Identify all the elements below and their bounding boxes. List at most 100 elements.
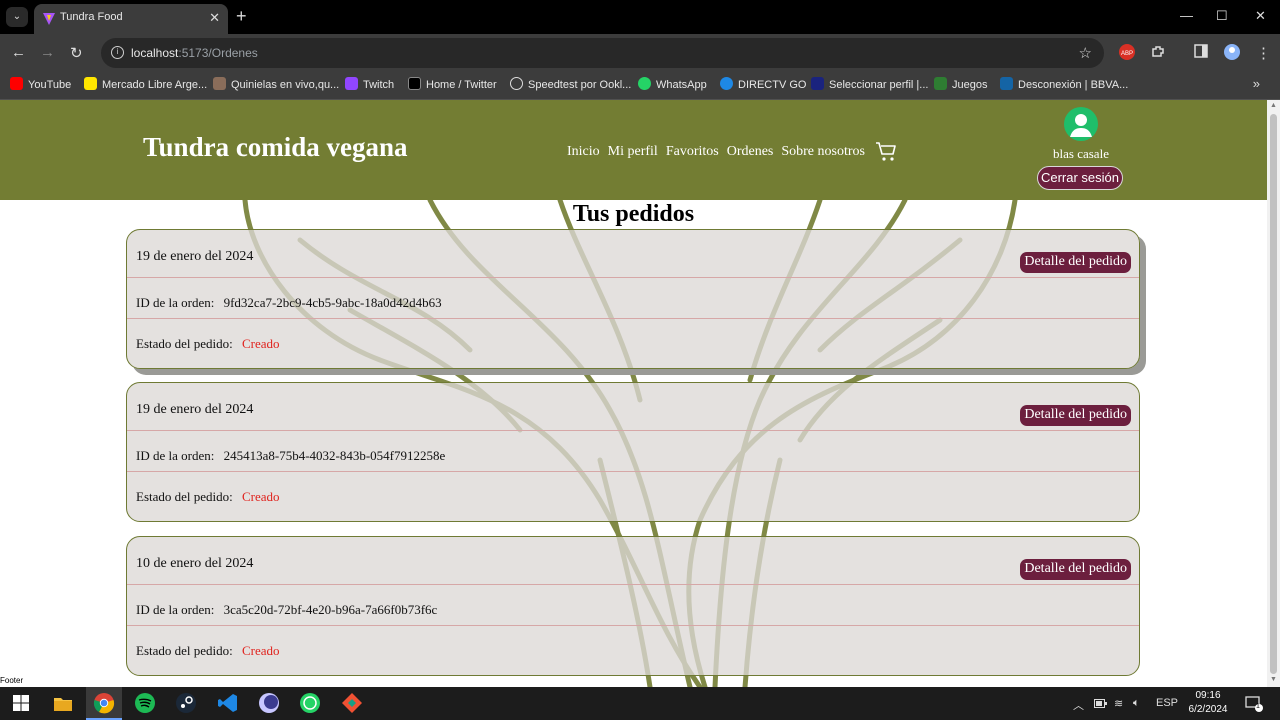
divider: [127, 625, 1139, 626]
order-header-row: 19 de enero del 2024 Detalle del pedido: [127, 236, 1139, 277]
spotify-icon[interactable]: [134, 692, 156, 714]
whatsapp-icon[interactable]: [299, 692, 321, 714]
bookmark-youtube[interactable]: YouTube: [10, 77, 71, 91]
side-panel-icon[interactable]: [1194, 44, 1208, 58]
profile-avatar-icon[interactable]: [1224, 44, 1240, 60]
bbva-icon: [1000, 77, 1013, 90]
page-title: Tus pedidos: [572, 201, 695, 227]
bookmark-bbva[interactable]: Desconexión | BBVA...: [1000, 77, 1128, 91]
page-scrollbar[interactable]: ▲ ▼: [1267, 100, 1280, 687]
scroll-thumb[interactable]: [1270, 114, 1277, 674]
order-date: 19 de enero del 2024: [136, 402, 254, 417]
address-bar[interactable]: i localhost:5173/Ordenes ☆: [101, 38, 1104, 68]
show-hidden-icons[interactable]: ︿: [1073, 697, 1084, 713]
order-id-label: ID de la orden:: [136, 602, 215, 617]
shopping-cart-icon[interactable]: [875, 141, 897, 163]
browser-tab-active[interactable]: Tundra Food ✕: [34, 4, 228, 34]
nav-sobre-nosotros[interactable]: Sobre nosotros: [781, 144, 865, 160]
scroll-up-icon[interactable]: ▲: [1270, 102, 1277, 109]
site-info-icon[interactable]: i: [111, 46, 124, 59]
order-date: 19 de enero del 2024: [136, 249, 254, 264]
bookmark-quinielas[interactable]: Quinielas en vivo,qu...: [213, 77, 339, 91]
more-bookmarks-icon[interactable]: »: [1253, 76, 1260, 91]
bookmark-label: Twitch: [363, 79, 395, 91]
nav-mi-perfil[interactable]: Mi perfil: [608, 144, 658, 160]
site-brand[interactable]: Tundra comida vegana: [143, 132, 408, 163]
order-detail-button[interactable]: Detalle del pedido: [1020, 252, 1131, 273]
windows-start-icon[interactable]: [10, 692, 32, 714]
scroll-down-icon[interactable]: ▼: [1270, 676, 1277, 683]
vite-favicon-icon: [43, 13, 55, 25]
vscode-icon[interactable]: [217, 692, 239, 714]
bookmark-seleccionar-perfil[interactable]: Seleccionar perfil |...: [811, 77, 928, 91]
reload-icon[interactable]: ↻: [70, 44, 83, 62]
new-tab-icon[interactable]: +: [236, 7, 247, 25]
order-card: 19 de enero del 2024 Detalle del pedido …: [126, 229, 1140, 369]
browser-toolbar: ← → ↻ i localhost:5173/Ordenes ☆ ABP ⋮: [0, 34, 1280, 72]
twitch-icon: [345, 77, 358, 90]
notification-count: 1: [1256, 703, 1260, 710]
file-explorer-icon[interactable]: [52, 692, 74, 714]
order-status-label: Estado del pedido:: [136, 336, 233, 351]
order-status-label: Estado del pedido:: [136, 643, 233, 658]
bookmark-star-icon[interactable]: ☆: [1079, 44, 1092, 62]
bookmark-label: DIRECTV GO: [738, 79, 807, 91]
bookmark-whatsapp[interactable]: WhatsApp: [638, 77, 707, 91]
nav-ordenes[interactable]: Ordenes: [727, 144, 774, 160]
bookmark-label: Speedtest por Ookl...: [528, 79, 632, 91]
maximize-icon[interactable]: ☐: [1216, 8, 1228, 24]
mercadolibre-icon: [84, 77, 97, 90]
tab-search-button[interactable]: ⌄: [6, 7, 28, 27]
user-avatar-icon[interactable]: [1064, 107, 1098, 141]
system-clock[interactable]: 09:16 6/2/2024: [1184, 689, 1232, 717]
bookmark-twitch[interactable]: Twitch: [345, 77, 394, 91]
forward-icon[interactable]: →: [40, 44, 55, 61]
order-status-row: Estado del pedido: Creado: [127, 323, 1139, 364]
bookmark-label: YouTube: [28, 79, 72, 91]
order-status-label: Estado del pedido:: [136, 489, 233, 504]
order-status-row: Estado del pedido: Creado: [127, 630, 1139, 671]
chrome-icon[interactable]: [93, 692, 115, 714]
order-id-row: ID de la orden: 9fd32ca7-2bc9-4cb5-9abc-…: [127, 282, 1139, 323]
order-id-value: 9fd32ca7-2bc9-4cb5-9abc-18a0d42d4b63: [223, 295, 442, 310]
clock-date: 6/2/2024: [1188, 704, 1228, 715]
order-status-row: Estado del pedido: Creado: [127, 476, 1139, 517]
minimize-icon[interactable]: —: [1180, 8, 1193, 23]
bookmark-juegos[interactable]: Juegos: [934, 77, 987, 91]
browser-menu-icon[interactable]: ⋮: [1256, 44, 1271, 62]
bookmark-directv[interactable]: DIRECTV GO: [720, 77, 806, 91]
close-window-icon[interactable]: ✕: [1255, 8, 1266, 24]
wifi-icon[interactable]: ≋: [1114, 697, 1123, 710]
language-indicator[interactable]: ESP: [1156, 697, 1178, 709]
order-header-row: 19 de enero del 2024 Detalle del pedido: [127, 389, 1139, 430]
order-header-row: 10 de enero del 2024 Detalle del pedido: [127, 543, 1139, 584]
steam-icon[interactable]: [175, 692, 197, 714]
order-status-value: Creado: [242, 489, 280, 504]
adblock-extension-icon[interactable]: ABP: [1119, 44, 1135, 60]
back-icon[interactable]: ←: [11, 44, 26, 61]
order-detail-button[interactable]: Detalle del pedido: [1020, 405, 1131, 426]
order-card: 19 de enero del 2024 Detalle del pedido …: [126, 382, 1140, 522]
nav-favoritos[interactable]: Favoritos: [666, 144, 719, 160]
close-tab-icon[interactable]: ✕: [209, 10, 220, 26]
extensions-puzzle-icon[interactable]: [1150, 44, 1166, 60]
order-id-label: ID de la orden:: [136, 448, 215, 463]
bookmark-mercadolibre[interactable]: Mercado Libre Arge...: [84, 77, 207, 91]
bookmark-label: Home / Twitter: [426, 79, 497, 91]
bookmark-twitter[interactable]: Home / Twitter: [408, 77, 497, 91]
bookmark-label: Seleccionar perfil |...: [829, 79, 929, 91]
battery-icon[interactable]: [1094, 699, 1107, 708]
bookmark-label: Mercado Libre Arge...: [102, 79, 208, 91]
volume-icon[interactable]: 🔈︎: [1133, 697, 1140, 710]
windows-taskbar: ︿ ≋ 🔈︎ ESP 09:16 6/2/2024 1: [0, 687, 1280, 720]
divider: [127, 318, 1139, 319]
order-detail-button[interactable]: Detalle del pedido: [1020, 559, 1131, 580]
nav-inicio[interactable]: Inicio: [567, 144, 600, 160]
bookmark-speedtest[interactable]: Speedtest por Ookl...: [510, 77, 631, 91]
x-twitter-icon: [408, 77, 421, 90]
divider: [127, 471, 1139, 472]
notifications-icon[interactable]: [1245, 696, 1263, 712]
logout-button[interactable]: Cerrar sesión: [1037, 166, 1123, 190]
git-kraken-icon[interactable]: [341, 692, 363, 714]
eclipse-icon[interactable]: [258, 692, 280, 714]
